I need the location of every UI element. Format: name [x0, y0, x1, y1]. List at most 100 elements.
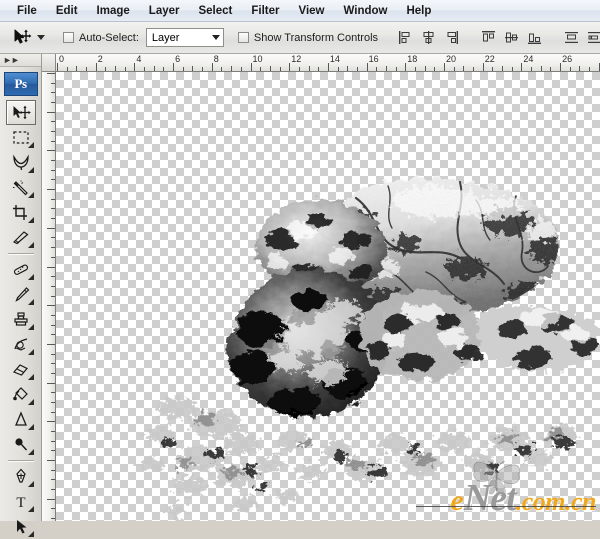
distribute-vertical-centers-button[interactable]	[585, 28, 600, 47]
ruler-tick-minor	[51, 92, 55, 93]
ruler-tick-minor	[51, 131, 55, 132]
ruler-tick-major	[173, 63, 174, 71]
tool-preset-chevron-down-icon[interactable]	[37, 35, 45, 40]
tool-move[interactable]	[6, 100, 36, 125]
ruler-tick-major	[47, 305, 55, 306]
menu-item-view[interactable]: View	[290, 3, 334, 19]
ruler-tick-mid	[579, 66, 580, 71]
ruler-tick-major	[47, 383, 55, 384]
ruler-tick-mid	[154, 66, 155, 71]
ruler-tick-major	[47, 73, 55, 74]
auto-select-target-select[interactable]: Layer	[146, 28, 224, 47]
ruler-label: 4	[134, 54, 141, 64]
toolbox-divider-2	[8, 460, 34, 461]
menu-item-layer[interactable]: Layer	[140, 3, 189, 19]
tool-crop[interactable]	[6, 200, 36, 225]
ruler-tick-minor	[512, 67, 513, 71]
photoshop-window: File Edit Image Layer Select Filter View…	[0, 0, 600, 521]
document-canvas[interactable]: e Net .com.cn	[56, 72, 600, 521]
tool-rectangular-marquee[interactable]	[6, 125, 36, 150]
menu-item-edit[interactable]: Edit	[47, 3, 87, 19]
toolbox-panel: ►► Ps	[0, 54, 42, 521]
align-top-edges-button[interactable]	[479, 28, 498, 47]
ruler-tick-major	[483, 63, 484, 71]
ruler-label: 18	[405, 54, 417, 64]
ruler-tick-minor	[357, 67, 358, 71]
tool-history-brush[interactable]	[6, 332, 36, 357]
toolbox-collapse-bar[interactable]: ►►	[0, 54, 41, 67]
auto-select-checkbox[interactable]	[63, 32, 74, 43]
ruler-label: 8	[212, 54, 219, 64]
show-transform-controls-checkbox[interactable]	[238, 32, 249, 43]
ruler-tick-major	[289, 63, 290, 71]
tool-slice[interactable]	[6, 225, 36, 250]
tool-brush[interactable]	[6, 282, 36, 307]
menu-item-window[interactable]: Window	[335, 3, 397, 19]
ruler-tick-major	[47, 267, 55, 268]
menu-item-image[interactable]: Image	[88, 3, 139, 19]
menu-item-file[interactable]: File	[8, 3, 46, 19]
ruler-label: 24	[521, 54, 533, 64]
ruler-tick-minor	[51, 518, 55, 519]
align-vertical-centers-button[interactable]	[502, 28, 521, 47]
ruler-label: 16	[367, 54, 379, 64]
ruler-tick-minor	[51, 315, 55, 316]
ruler-tick-major	[47, 421, 55, 422]
ruler-tick-minor	[86, 67, 87, 71]
ruler-tick-mid	[541, 66, 542, 71]
tool-magic-wand[interactable]	[6, 175, 36, 200]
ruler-tick-minor	[241, 67, 242, 71]
align-horizontal-centers-button[interactable]	[419, 28, 438, 47]
ruler-tick-minor	[51, 470, 55, 471]
ruler-tick-minor	[299, 67, 300, 71]
ruler-label: 10	[251, 54, 263, 64]
ruler-tick-major	[134, 63, 135, 71]
ruler-tick-mid	[386, 66, 387, 71]
tool-eraser[interactable]	[6, 357, 36, 382]
ruler-label: 0	[57, 54, 64, 64]
ruler-tick-major	[57, 63, 58, 71]
align-vertical-group	[479, 28, 544, 47]
ruler-tick-mid	[115, 66, 116, 71]
photoshop-logo: Ps	[4, 72, 38, 96]
tool-healing-brush[interactable]	[6, 257, 36, 282]
menu-item-filter[interactable]: Filter	[242, 3, 288, 19]
ruler-tick-minor	[376, 67, 377, 71]
tool-clone-stamp[interactable]	[6, 307, 36, 332]
auto-select-group: Auto-Select: Layer	[63, 28, 224, 47]
ruler-tick-minor	[51, 121, 55, 122]
distribute-top-edges-button[interactable]	[562, 28, 581, 47]
ruler-tick-minor	[51, 179, 55, 180]
align-right-edges-button[interactable]	[442, 28, 461, 47]
flyout-triangle-icon	[28, 424, 34, 430]
ruler-tick-minor	[51, 141, 55, 142]
menu-item-select[interactable]: Select	[189, 3, 241, 19]
flyout-triangle-icon	[28, 374, 34, 380]
ruler-tick-minor	[51, 83, 55, 84]
tool-path-selection[interactable]	[6, 514, 36, 539]
ruler-corner[interactable]	[42, 54, 56, 72]
tool-blur[interactable]	[6, 407, 36, 432]
flyout-triangle-icon	[28, 449, 34, 455]
ruler-tick-mid	[463, 66, 464, 71]
tool-dodge[interactable]	[6, 432, 36, 457]
tool-preset-picker[interactable]	[7, 26, 49, 50]
ruler-label: 12	[289, 54, 301, 64]
flyout-triangle-icon	[28, 506, 34, 512]
show-transform-controls-label: Show Transform Controls	[254, 32, 378, 44]
horizontal-ruler[interactable]: 0246810121416182022242628	[56, 54, 600, 72]
ruler-tick-minor	[454, 67, 455, 71]
align-left-edges-button[interactable]	[396, 28, 415, 47]
menu-item-help[interactable]: Help	[397, 3, 440, 19]
tool-horizontal-type[interactable]: T	[6, 489, 36, 514]
ruler-tick-minor	[51, 479, 55, 480]
tool-gradient-paint-bucket[interactable]	[6, 382, 36, 407]
align-bottom-edges-button[interactable]	[525, 28, 544, 47]
ruler-tick-minor	[570, 67, 571, 71]
move-tool-icon	[11, 27, 33, 49]
ruler-tick-minor	[51, 218, 55, 219]
tool-pen[interactable]	[6, 464, 36, 489]
ruler-tick-major	[328, 63, 329, 71]
vertical-ruler[interactable]	[42, 72, 56, 521]
tool-lasso[interactable]	[6, 150, 36, 175]
